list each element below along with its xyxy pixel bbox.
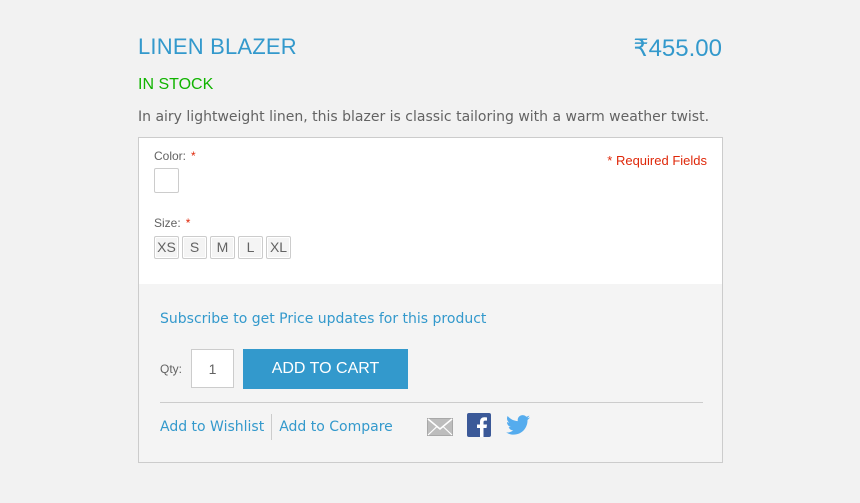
divider <box>160 402 703 403</box>
product-options-panel: Color: * * Required Fields Size: * XS S M … <box>138 137 723 285</box>
size-swatch-xl[interactable]: XL <box>266 236 291 259</box>
link-separator <box>271 414 273 440</box>
stock-status: IN STOCK <box>138 76 214 93</box>
subscribe-price-updates-link[interactable]: Subscribe to get Price updates for this … <box>160 311 486 327</box>
size-swatch-m[interactable]: M <box>210 236 235 259</box>
size-swatches: XS S M L XL <box>154 236 291 259</box>
add-to-cart-panel: Subscribe to get Price updates for this … <box>138 284 723 463</box>
size-swatch-xs[interactable]: XS <box>154 236 179 259</box>
size-required-star: * <box>185 216 191 230</box>
add-to-compare-link[interactable]: Add to Compare <box>279 419 393 435</box>
color-required-star: * <box>191 149 196 163</box>
product-action-links: Add to Wishlist Add to Compare <box>160 414 393 440</box>
facebook-icon[interactable] <box>467 413 491 441</box>
color-option-label: Color: * <box>154 149 196 163</box>
color-label-text: Color: <box>154 149 187 163</box>
size-swatch-l[interactable]: L <box>238 236 263 259</box>
color-swatch[interactable] <box>154 168 179 193</box>
mail-icon[interactable] <box>427 418 453 440</box>
size-label-text: Size: <box>154 216 181 230</box>
product-title: LINEN BLAZER <box>138 34 297 59</box>
add-to-cart-button[interactable]: ADD TO CART <box>243 349 408 389</box>
required-fields-note: * Required Fields <box>607 153 707 168</box>
qty-label: Qty: <box>160 362 183 376</box>
size-option-label: Size: * <box>154 216 190 230</box>
qty-input[interactable] <box>191 349 234 388</box>
product-description: In airy lightweight linen, this blazer i… <box>138 109 710 125</box>
size-swatch-s[interactable]: S <box>182 236 207 259</box>
add-to-wishlist-link[interactable]: Add to Wishlist <box>160 419 264 435</box>
twitter-icon[interactable] <box>506 414 530 440</box>
product-price: ₹455.00 <box>633 35 722 62</box>
